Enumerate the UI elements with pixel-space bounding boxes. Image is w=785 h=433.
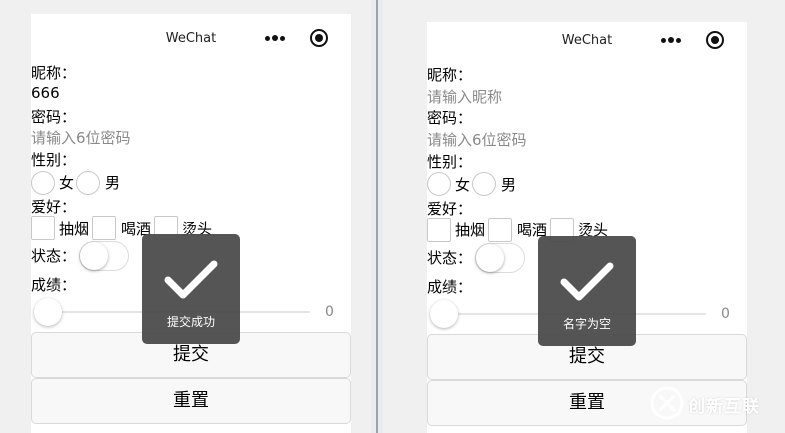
status-switch[interactable] [475,243,525,273]
radio-male[interactable] [472,172,496,196]
score-value: 0 [721,306,730,322]
nav-title: WeChat [165,31,217,46]
reset-button[interactable]: 重置 [31,378,351,424]
target-close-icon[interactable] [706,31,724,49]
password-input[interactable]: 请输入6位密码 [427,129,527,150]
status-label: 状态： [31,247,77,265]
checkbox-drink[interactable] [92,216,116,240]
nickname-label: 昵称： [427,66,473,84]
password-label: 密码： [427,109,473,127]
watermark: 创新互联 [650,386,780,420]
gender-label: 性别： [31,151,77,169]
more-dots-icon[interactable] [661,32,685,48]
phone-right: WeChat 昵称： 请输入昵称 密码： 请输入6位密码 性别： 女 男 爱好：… [427,22,747,433]
toast-text: 名字为空 [562,317,611,331]
score-value: 0 [325,304,334,320]
toast-error: 名字为空 [538,236,636,346]
password-input[interactable]: 请输入6位密码 [31,127,131,148]
checkbox-smoke[interactable] [427,218,451,242]
radio-female-label: 女 [455,176,471,194]
radio-female[interactable] [31,171,55,195]
score-slider-knob[interactable] [430,300,458,328]
logo-x-icon [650,386,684,420]
score-slider-knob[interactable] [34,298,62,326]
watermark-text: 创新互联 [688,397,760,417]
toast-text: 提交成功 [166,315,215,329]
checkmark-icon [560,262,614,301]
checkbox-smoke-label: 抽烟 [455,221,486,239]
checkbox-smoke-label: 抽烟 [59,220,90,238]
nickname-label: 昵称： [31,64,77,82]
status-label: 状态： [427,249,473,267]
phone-left: WeChat 昵称： 666 密码： 请输入6位密码 性别： 女 男 爱好： 抽… [31,14,351,433]
nav-bar: WeChat [31,14,351,62]
radio-male-label: 男 [501,176,517,194]
window-divider-line [376,0,378,433]
status-switch[interactable] [79,241,129,271]
radio-female[interactable] [427,172,451,196]
nickname-input[interactable]: 请输入昵称 [427,86,502,107]
checkbox-drink[interactable] [488,218,512,242]
toast-success: 提交成功 [142,234,240,344]
radio-male-label: 男 [105,174,121,192]
checkmark-icon [164,260,218,299]
score-label: 成绩： [427,278,473,296]
nav-bar: WeChat [427,22,747,62]
password-label: 密码： [31,108,77,126]
checkbox-smoke[interactable] [31,216,55,240]
more-dots-icon[interactable] [265,30,289,46]
hobby-label: 爱好： [31,198,77,216]
radio-male[interactable] [76,171,100,195]
score-label: 成绩： [31,276,77,294]
target-close-icon[interactable] [310,29,328,47]
hobby-label: 爱好： [427,200,473,218]
nav-title: WeChat [561,33,613,48]
nickname-input[interactable]: 666 [31,84,60,102]
radio-female-label: 女 [59,174,75,192]
gender-label: 性别： [427,153,473,171]
